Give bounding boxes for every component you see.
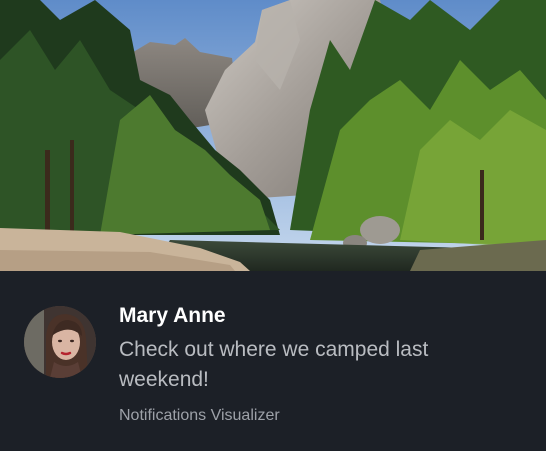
message-text: Check out where we camped last weekend! (119, 338, 429, 391)
toast-text: Mary Anne Check out where we camped last… (119, 301, 529, 427)
toast-notification[interactable]: Mary Anne Check out where we camped last… (0, 0, 546, 451)
hero-image (0, 0, 546, 271)
sender-avatar (24, 306, 96, 378)
toast-body: Mary Anne Check out where we camped last… (0, 271, 546, 451)
sender-name: Mary Anne (119, 304, 226, 327)
app-attribution: Notifications Visualizer (119, 407, 280, 424)
